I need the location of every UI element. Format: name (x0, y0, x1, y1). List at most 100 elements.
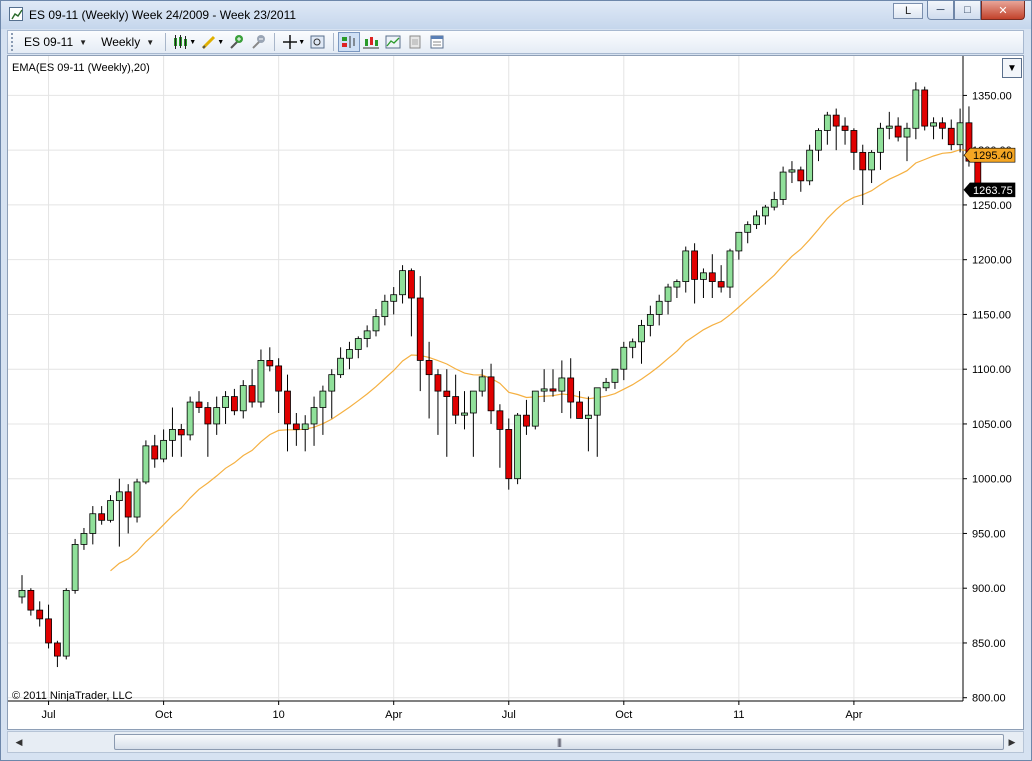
candle-body (779, 171, 787, 200)
bar-style-icon[interactable]: ▼ (170, 32, 196, 52)
minimize-icon[interactable]: ─ (927, 1, 954, 20)
y-tick-label: 1000.00 (972, 474, 1012, 486)
candle-body (337, 357, 345, 376)
candle-body (549, 388, 557, 392)
chart-toolbar: ES 09-11 ▼ Weekly ▼ ▼ ▼ ▼ (7, 30, 1024, 54)
candle-body (682, 250, 690, 282)
candle-body (770, 199, 778, 208)
candle-body (27, 589, 35, 611)
x-tick-label: Apr (845, 709, 862, 721)
price-chart[interactable]: 1350.001300.001250.001200.001150.001100.… (7, 55, 1024, 730)
candle-body (62, 589, 70, 657)
drawing-tool-icon[interactable]: ▼ (198, 32, 224, 52)
indicator-label: EMA(ES 09-11 (Weekly),20) (12, 62, 150, 74)
candle-body (248, 385, 256, 403)
candle-body (204, 407, 212, 425)
tabs-icon[interactable] (426, 32, 448, 52)
y-tick-label: 1150.00 (972, 309, 1011, 321)
candle-body (89, 513, 97, 534)
candle-body (700, 272, 707, 280)
candle-body (107, 500, 114, 521)
candle-body (151, 445, 159, 460)
title-bar[interactable]: ES 09-11 (Weekly) Week 24/2009 - Week 23… (1, 1, 1031, 29)
candle-body (354, 338, 362, 350)
instrument-label: ES 09-11 (24, 35, 74, 49)
candle-body (921, 89, 929, 127)
candle-body (328, 374, 336, 392)
y-tick-label: 1200.00 (972, 255, 1012, 267)
candle-body (257, 360, 265, 403)
candle-body (505, 429, 513, 480)
chevron-down-icon: ▼ (79, 37, 88, 47)
chart-app-icon (9, 7, 23, 21)
candle-body (266, 360, 274, 367)
candle-body (558, 377, 566, 392)
candle-body (912, 89, 920, 129)
ema-price-tag-label: 1295.40 (973, 150, 1013, 162)
candle-body (142, 445, 150, 483)
candle-body (284, 390, 291, 425)
candle-body (169, 429, 176, 441)
candle-body (478, 376, 486, 392)
crosshair-icon[interactable]: ▼ (279, 32, 305, 52)
candle-body (585, 414, 592, 419)
candle-body (593, 387, 601, 416)
candle-body (319, 390, 327, 408)
candle-body (823, 114, 831, 131)
candle-body (124, 491, 132, 518)
candle-body (744, 224, 752, 233)
zoom-in-icon[interactable] (226, 32, 248, 52)
candle-body (894, 125, 902, 138)
scrollbar-thumb[interactable]: ||| (114, 734, 1004, 750)
candle-body (567, 377, 575, 403)
instrument-selector[interactable]: ES 09-11 ▼ (17, 32, 94, 52)
chart-trader-icon[interactable] (338, 32, 361, 52)
toolbar-separator (165, 33, 167, 51)
horizontal-scrollbar[interactable]: ◀ ||| ▶ (7, 731, 1024, 753)
candle-body (133, 481, 141, 518)
x-tick-label: Oct (155, 709, 172, 721)
zoom-out-icon[interactable] (248, 32, 270, 52)
x-tick-label: Oct (615, 709, 632, 721)
properties-icon[interactable] (404, 32, 426, 52)
candlestick-chart[interactable]: 1350.001300.001250.001200.001150.001100.… (8, 56, 1023, 729)
candle-body (726, 250, 734, 288)
maximize-icon[interactable]: □ (954, 1, 981, 20)
candle-body (45, 618, 52, 644)
candle-body (903, 127, 911, 138)
y-tick-label: 1250.00 (972, 200, 1012, 212)
window-title: ES 09-11 (Weekly) Week 24/2009 - Week 23… (29, 8, 297, 22)
candle-body (832, 114, 840, 127)
candle-body (363, 330, 371, 339)
scroll-left-icon[interactable]: ◀ (10, 733, 28, 751)
candle-body (443, 390, 451, 397)
candle-body (523, 414, 530, 427)
candle-body (98, 513, 106, 521)
scroll-right-icon[interactable]: ▶ (1003, 733, 1021, 751)
candle-body (195, 401, 203, 408)
indicators-icon[interactable] (360, 32, 382, 52)
candle-body (620, 346, 628, 370)
candle-body (885, 125, 893, 129)
candle-body (655, 300, 663, 315)
candle-body (496, 410, 504, 430)
y-tick-label: 1350.00 (972, 90, 1012, 102)
candle-body (310, 407, 318, 425)
ema-line (110, 149, 979, 572)
chevron-down-icon: ▼ (1007, 62, 1017, 74)
chart-menu-button[interactable]: ▼ (1002, 58, 1022, 78)
strategies-icon[interactable] (382, 32, 404, 52)
candle-body (399, 270, 406, 296)
candle-body (160, 439, 168, 460)
period-selector[interactable]: Weekly ▼ (94, 32, 161, 52)
candle-body (434, 374, 442, 392)
candle-body (540, 388, 548, 392)
candle-body (80, 533, 88, 545)
candle-body (850, 130, 858, 153)
close-icon[interactable]: ✕ (981, 1, 1025, 20)
x-tick-label: Jul (502, 709, 516, 721)
data-box-icon[interactable] (307, 32, 329, 52)
candle-body (18, 589, 26, 598)
candle-body (947, 127, 955, 146)
link-button[interactable]: L (893, 3, 923, 19)
